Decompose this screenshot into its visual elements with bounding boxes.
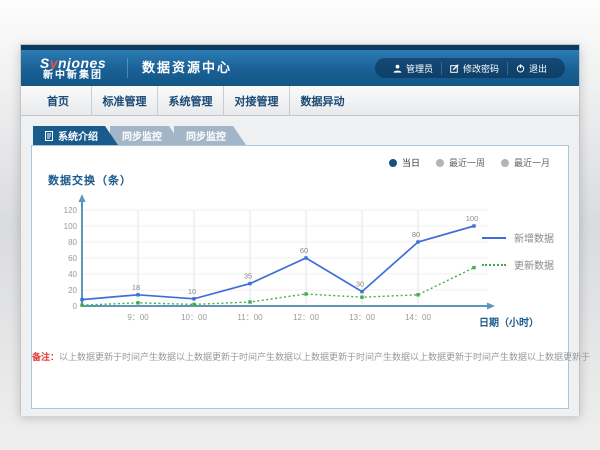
- logo-wordmark: Synjones: [21, 56, 125, 71]
- svg-text:60: 60: [68, 254, 77, 263]
- company-logo: Synjones 新中新集团: [21, 54, 125, 81]
- svg-text:40: 40: [68, 270, 77, 279]
- logo-company-name: 新中新集团: [21, 71, 125, 82]
- footnote: 备注：以上数据更新于时间产生数据以上数据更新于时间产生数据以上数据更新于时间产生…: [32, 350, 568, 363]
- chart-canvas: 0 20 40 60 80 100 120 9：00 10：00 11：00 12：00 13：00 1…: [52, 192, 500, 332]
- radio-last-month[interactable]: 最近一月: [501, 156, 550, 169]
- edit-icon: [450, 64, 459, 73]
- content-area: 系统介绍 同步监控 同步监控 当日 最近一周: [21, 116, 579, 416]
- main-navigation: 首页 标准管理 系统管理 对接管理 数据异动: [21, 86, 579, 116]
- nav-item-data-change[interactable]: 数据异动: [289, 86, 355, 115]
- svg-text:13：00: 13：00: [349, 313, 375, 322]
- radio-dot-icon: [501, 159, 509, 167]
- svg-text:60: 60: [300, 246, 308, 255]
- footnote-text: 以上数据更新于时间产生数据以上数据更新于时间产生数据以上数据更新于时间产生数据以…: [59, 352, 590, 362]
- logout-button[interactable]: 退出: [507, 62, 555, 75]
- radio-last-week[interactable]: 最近一周: [436, 156, 485, 169]
- legend-new-data-label: 新增数据: [514, 230, 554, 245]
- legend-item-new-data: 新增数据: [482, 230, 554, 245]
- legend-line-solid-icon: [482, 237, 506, 239]
- svg-text:120: 120: [64, 206, 78, 215]
- header-actions-group: 管理员 修改密码 退出: [375, 58, 565, 78]
- tab-sync-monitor-2[interactable]: 同步监控: [174, 126, 246, 145]
- svg-text:10: 10: [188, 287, 196, 296]
- change-password-label: 修改密码: [463, 62, 499, 75]
- tab-sync-monitor-2-label: 同步监控: [186, 128, 226, 143]
- app-header: Synjones 新中新集团 数据资源中心 管理员 修改密码 退出: [21, 50, 579, 86]
- power-icon: [516, 64, 525, 73]
- tab-sync-monitor-1[interactable]: 同步监控: [110, 126, 182, 145]
- svg-text:18: 18: [132, 283, 140, 292]
- svg-text:11：00: 11：00: [237, 313, 263, 322]
- line-chart: 0 20 40 60 80 100 120 9：00 10：00 11：00 12：00 13：00 1…: [52, 192, 500, 332]
- radio-dot-icon: [436, 159, 444, 167]
- chart-panel: 当日 最近一周 最近一月 数据交换（条） 0 20 40 60 80 100 120 9：00…: [31, 145, 569, 409]
- footnote-prefix: 备注：: [32, 352, 59, 362]
- legend-line-dotted-icon: [482, 264, 506, 266]
- svg-text:80: 80: [68, 238, 77, 247]
- nav-item-interface-mgmt[interactable]: 对接管理: [223, 86, 289, 115]
- y-axis-title: 数据交换（条）: [48, 172, 132, 188]
- logout-label: 退出: [529, 62, 547, 75]
- svg-text:100: 100: [64, 222, 78, 231]
- svg-text:30: 30: [356, 280, 364, 289]
- nav-item-system-mgmt[interactable]: 系统管理: [157, 86, 223, 115]
- time-range-filter: 当日 最近一周 最近一月: [389, 156, 550, 169]
- svg-text:10：00: 10：00: [181, 313, 207, 322]
- tab-sync-monitor-1-label: 同步监控: [122, 128, 162, 143]
- page-title: 数据资源中心: [127, 58, 232, 78]
- document-icon: [45, 131, 53, 141]
- svg-text:9：00: 9：00: [127, 313, 149, 322]
- radio-last-month-label: 最近一月: [514, 156, 550, 169]
- main-window: Synjones 新中新集团 数据资源中心 管理员 修改密码 退出: [20, 44, 580, 415]
- radio-last-week-label: 最近一周: [449, 156, 485, 169]
- radio-today-label: 当日: [402, 156, 420, 169]
- x-axis-title: 日期（小时）: [479, 314, 539, 329]
- svg-text:14：00: 14：00: [405, 313, 431, 322]
- svg-text:0: 0: [73, 302, 78, 311]
- radio-today[interactable]: 当日: [389, 156, 420, 169]
- legend-updated-data-label: 更新数据: [514, 257, 554, 272]
- change-password-button[interactable]: 修改密码: [441, 62, 507, 75]
- nav-item-standard-mgmt[interactable]: 标准管理: [91, 86, 157, 115]
- user-icon: [393, 64, 402, 73]
- tab-system-intro[interactable]: 系统介绍: [33, 126, 118, 145]
- admin-user-button[interactable]: 管理员: [385, 62, 441, 75]
- svg-text:80: 80: [412, 230, 420, 239]
- nav-item-home[interactable]: 首页: [25, 86, 91, 115]
- admin-user-label: 管理员: [406, 62, 433, 75]
- svg-text:20: 20: [68, 286, 77, 295]
- tab-system-intro-label: 系统介绍: [58, 128, 98, 143]
- tab-bar: 系统介绍 同步监控 同步监控: [33, 126, 569, 145]
- svg-text:100: 100: [466, 214, 479, 223]
- svg-text:12：00: 12：00: [293, 313, 319, 322]
- radio-dot-icon: [389, 159, 397, 167]
- svg-text:35: 35: [244, 272, 252, 281]
- chart-legend: 新增数据 更新数据: [482, 230, 554, 272]
- legend-item-updated-data: 更新数据: [482, 257, 554, 272]
